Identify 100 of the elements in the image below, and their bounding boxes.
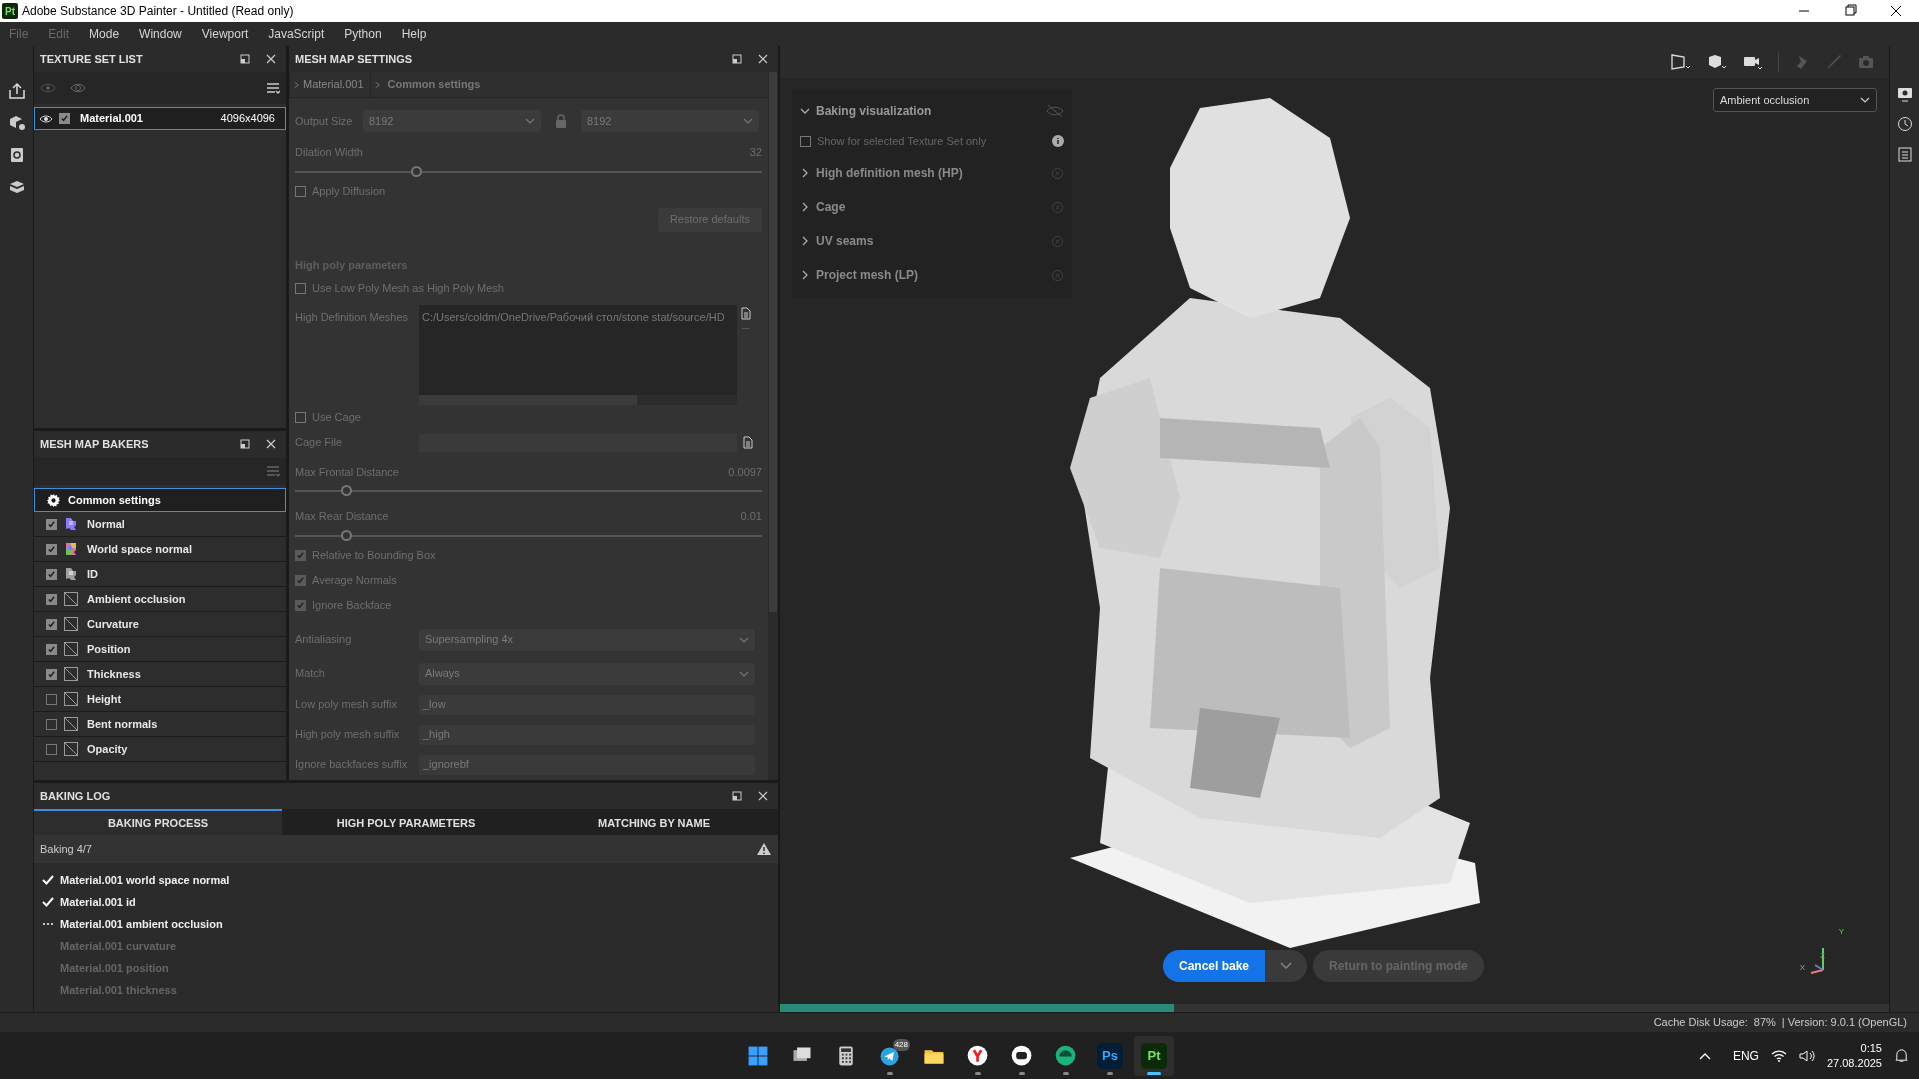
baker-name[interactable]: Ambient occlusion <box>87 590 186 608</box>
common-settings-item[interactable]: Common settings <box>34 488 286 512</box>
map-dropdown[interactable]: Ambient occlusion <box>1713 88 1877 112</box>
checkbox[interactable] <box>46 743 57 755</box>
clock[interactable]: 0:15 27.08.2025 <box>1826 1040 1882 1071</box>
section-header[interactable]: UV seams <box>816 232 874 250</box>
checkbox[interactable] <box>295 186 306 197</box>
menu-item[interactable]: Python <box>344 25 382 43</box>
tab[interactable]: BAKING PROCESS <box>34 809 282 835</box>
breadcrumb-item[interactable]: Material.001 <box>303 76 370 93</box>
menu-item[interactable]: JavaScript <box>268 25 325 43</box>
file-icon[interactable] <box>741 306 751 320</box>
checkbox[interactable] <box>46 693 57 705</box>
info-icon[interactable] <box>1052 135 1064 147</box>
close-icon[interactable] <box>266 54 276 64</box>
check-icon <box>42 874 54 886</box>
menu-item[interactable]: Mode <box>89 25 120 43</box>
checkbox[interactable] <box>46 518 57 530</box>
section-header[interactable]: Project mesh (LP) <box>816 266 919 284</box>
checkbox[interactable] <box>295 550 306 561</box>
float-icon[interactable] <box>240 439 250 449</box>
volume-icon[interactable] <box>1798 1048 1815 1063</box>
section-header[interactable]: High definition mesh (HP) <box>816 164 963 182</box>
panel-title: MESH MAP SETTINGS <box>295 51 413 67</box>
cube-icon[interactable] <box>7 178 26 196</box>
chevron-up-icon[interactable] <box>1698 1051 1711 1060</box>
checkbox[interactable] <box>46 568 57 580</box>
baker-name[interactable]: Curvature <box>87 615 139 633</box>
checkbox[interactable] <box>46 593 57 605</box>
checkbox[interactable] <box>46 618 57 630</box>
checkbox[interactable] <box>46 718 57 730</box>
badge: 428 <box>892 1038 910 1051</box>
checkbox[interactable] <box>295 283 306 294</box>
tab[interactable]: HIGH POLY PARAMETERS <box>282 809 530 835</box>
cancel-bake-button[interactable]: Cancel bake <box>1163 950 1266 982</box>
map-thumbnail-icon <box>63 541 79 557</box>
checkbox[interactable] <box>295 600 306 611</box>
float-icon[interactable] <box>240 54 250 64</box>
chevron-right-icon[interactable] <box>800 236 810 246</box>
panel-title: MESH MAP BAKERS <box>40 436 149 452</box>
baker-name[interactable]: Bent normals <box>87 715 158 733</box>
status-text: | Version: 9.0.1 (OpenGL) <box>1781 1015 1907 1031</box>
perspective-icon[interactable] <box>1670 53 1692 71</box>
chevron-down-icon <box>1280 962 1293 970</box>
log-icon[interactable] <box>1896 146 1913 162</box>
wifi-icon[interactable] <box>1770 1048 1787 1063</box>
chevron-right-icon[interactable] <box>800 202 810 212</box>
taskbar-app[interactable]: 428 <box>870 1035 910 1076</box>
map-thumbnail-icon <box>63 566 79 582</box>
checkbox[interactable] <box>46 543 57 555</box>
menu-item[interactable]: Help <box>401 25 427 43</box>
texture-set-row[interactable]: Material.001 4096x4096 <box>34 107 286 130</box>
menu-item[interactable]: Viewport <box>201 25 249 43</box>
field-label: Dilation Width <box>295 145 363 160</box>
baker-name[interactable]: World space normal <box>87 540 192 558</box>
checkbox[interactable] <box>46 643 57 655</box>
close-icon[interactable] <box>266 439 276 449</box>
export-icon[interactable] <box>7 82 26 100</box>
panel-title[interactable]: Baking visualization <box>816 102 932 120</box>
history-icon[interactable] <box>1896 116 1913 132</box>
baker-name[interactable]: ID <box>87 565 98 583</box>
baker-name[interactable]: Normal <box>87 515 125 533</box>
baker-name[interactable]: Thickness <box>87 665 141 683</box>
baker-name[interactable]: Position <box>87 640 131 658</box>
chevron-right-icon[interactable] <box>800 270 810 280</box>
axis-label: X <box>1799 962 1805 974</box>
float-icon[interactable] <box>732 54 742 64</box>
taskbar-app[interactable]: Pt <box>1134 1035 1174 1076</box>
file-icon[interactable] <box>743 436 753 449</box>
taskbar-app[interactable]: Ps <box>1090 1035 1130 1076</box>
warning-icon[interactable] <box>756 842 772 856</box>
chevron-right-icon[interactable] <box>800 168 810 178</box>
scrollbar-thumb[interactable] <box>769 72 777 612</box>
language-indicator[interactable]: ENG <box>1732 1046 1759 1065</box>
checkbox[interactable] <box>295 412 306 423</box>
close-icon[interactable] <box>758 791 768 801</box>
chevron-down-icon[interactable] <box>800 106 810 116</box>
slider-thumb[interactable] <box>341 485 353 496</box>
slider-thumb[interactable] <box>341 529 353 541</box>
baker-name[interactable]: Height <box>87 690 122 708</box>
file-path: C:/Users/coldm/OneDrive/Рабочий стол/stone stat/source/HD <box>421 309 726 325</box>
empty-map-icon <box>63 741 79 757</box>
slider-thumb[interactable] <box>411 165 423 177</box>
float-icon[interactable] <box>732 791 742 801</box>
close-icon[interactable] <box>758 54 768 64</box>
checkbox[interactable] <box>59 113 70 124</box>
display-settings-icon[interactable] <box>1896 86 1913 102</box>
checkbox[interactable] <box>295 575 306 586</box>
file-list[interactable]: C:/Users/coldm/OneDrive/Рабочий стол/stone stat/source/HD <box>419 304 737 405</box>
menu-item[interactable]: Window <box>139 25 182 43</box>
checkbox[interactable] <box>800 135 811 147</box>
empty-map-icon <box>63 691 79 707</box>
checkbox[interactable] <box>46 668 57 680</box>
tab[interactable]: MATCHING BY NAME <box>530 809 778 835</box>
field-label: Max Rear Distance <box>295 509 389 524</box>
notification-icon[interactable] <box>1894 1048 1909 1063</box>
baker-name[interactable]: Opacity <box>87 740 128 758</box>
eye-icon[interactable] <box>39 113 53 124</box>
cube-icon[interactable] <box>1706 53 1728 71</box>
section-header[interactable]: Cage <box>816 198 846 216</box>
